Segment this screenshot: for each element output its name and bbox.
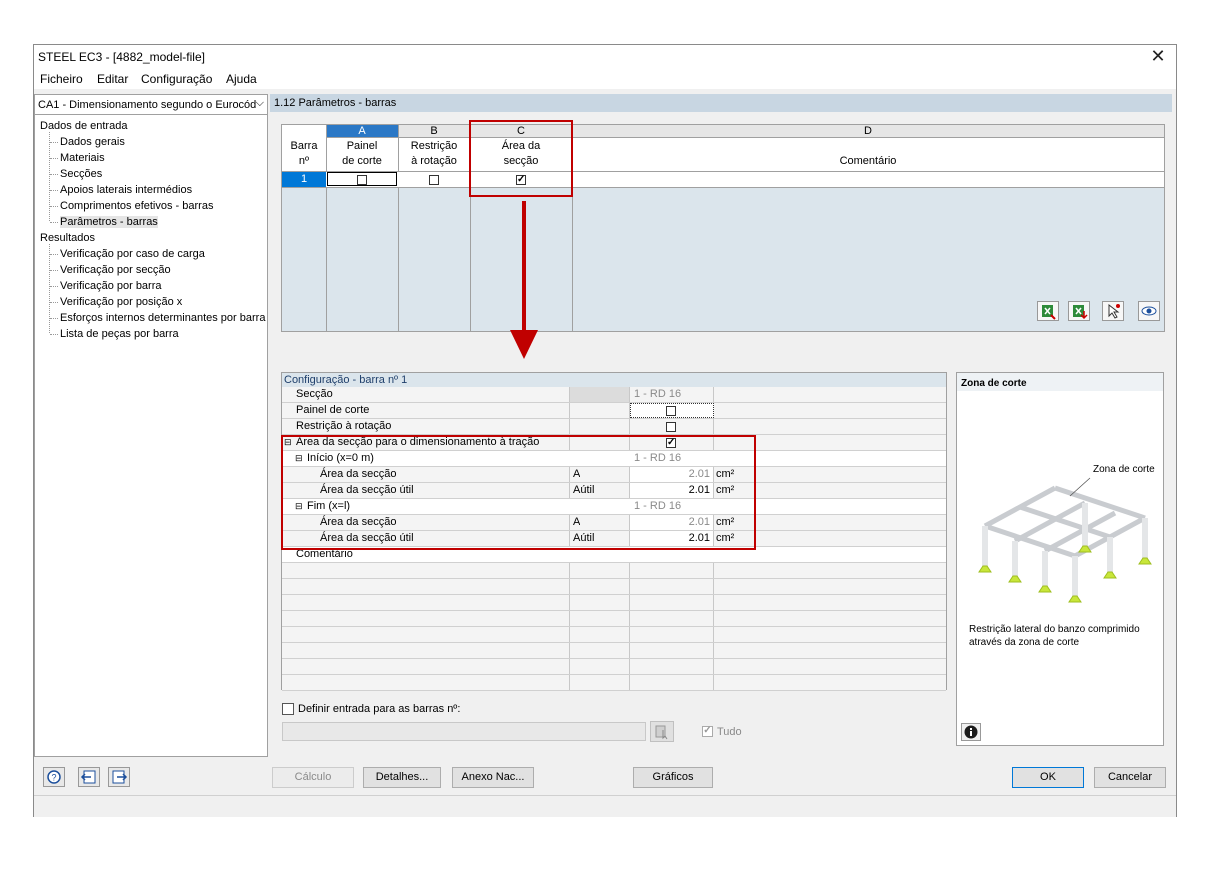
col-letter-d: D (864, 125, 872, 137)
tree-item-verif-caso[interactable]: Verificação por caso de carga (60, 248, 205, 260)
tudo-label: Tudo (717, 726, 742, 738)
info-icon[interactable] (961, 723, 981, 741)
cfg-seccao-label: Secção (296, 388, 333, 400)
tree-item-dados-gerais[interactable]: Dados gerais (60, 136, 125, 148)
case-combo-value: CA1 - Dimensionamento segundo o Eurocód (38, 99, 257, 111)
tree-item-verif-barra[interactable]: Verificação por barra (60, 280, 162, 292)
highlight-column-c (469, 120, 573, 197)
tree-item-verif-seccao[interactable]: Verificação por secção (60, 264, 171, 276)
cfg-painel-checkbox[interactable] (666, 406, 676, 416)
row1-painel-checkbox[interactable] (357, 175, 367, 185)
illustration-panel: Zona de corte Zona de corte Restrição la… (956, 372, 1164, 746)
cfg-row-restricao: Restrição à rotação (282, 419, 946, 435)
import-excel-icon[interactable] (1068, 301, 1090, 321)
header-a-line2: de corte (342, 155, 382, 167)
tree-item-lista-pecas[interactable]: Lista de peças por barra (60, 328, 179, 340)
graficos-button[interactable]: Gráficos (633, 767, 713, 788)
arrow-down-icon (510, 201, 538, 359)
help-icon[interactable]: ? (43, 767, 65, 787)
header-barra: Barra (290, 140, 318, 152)
configuration-title: Configuração - barra nº 1 (284, 374, 408, 386)
section-header: 1.12 Parâmetros - barras (270, 94, 1172, 112)
highlight-area-tracao (281, 435, 756, 550)
cfg-restricao-label: Restrição à rotação (296, 420, 392, 432)
view-eye-icon[interactable] (1138, 301, 1160, 321)
row-number[interactable]: 1 (282, 172, 326, 187)
illustration-caption-2: através da zona de corte (969, 637, 1080, 648)
configuration-header: Configuração - barra nº 1 (282, 373, 946, 387)
frame-illustration (978, 477, 1152, 603)
table-row[interactable] (282, 172, 1164, 188)
cfg-row-painel: Painel de corte (282, 403, 946, 419)
main-content: 1.12 Parâmetros - barras A B C D Barra n… (270, 94, 1172, 757)
status-bar (34, 795, 1176, 817)
export-excel-icon[interactable] (1037, 301, 1059, 321)
tree-item-esforcos[interactable]: Esforços internos determinantes por barr… (60, 312, 265, 324)
cancelar-button[interactable]: Cancelar (1094, 767, 1166, 788)
menu-ficheiro[interactable]: Ficheiro (40, 72, 83, 86)
tree-item-parametros[interactable]: Parâmetros - barras (60, 216, 158, 228)
chevron-down-icon[interactable]: ⌵ (256, 97, 264, 110)
section-title: 1.12 Parâmetros - barras (274, 97, 397, 109)
tudo-checkbox[interactable]: ✓ (702, 726, 713, 737)
pick-bars-icon[interactable] (650, 721, 674, 742)
tree-group-results[interactable]: Resultados (40, 232, 95, 244)
tree-group-input[interactable]: Dados de entrada (40, 120, 127, 132)
header-b-line1: Restrição (410, 140, 458, 152)
cfg-seccao-value: 1 - RD 16 (634, 388, 682, 400)
define-bars-checkbox[interactable] (282, 703, 294, 715)
navigator-panel: CA1 - Dimensionamento segundo o Eurocód … (34, 94, 268, 757)
menu-ajuda[interactable]: Ajuda (226, 72, 257, 86)
header-b-line2: à rotação (411, 155, 457, 167)
illustration-caption-1: Restrição lateral do banzo comprimido (969, 624, 1140, 635)
tree-item-comprimentos[interactable]: Comprimentos efetivos - barras (60, 200, 213, 212)
title-bar: STEEL EC3 - [4882_model-file] ✕ (34, 45, 1176, 67)
tree-item-seccoes[interactable]: Secções (60, 168, 102, 180)
tree-item-verif-posicao[interactable]: Verificação por posição x (60, 296, 182, 308)
header-barra-no: nº (298, 155, 310, 167)
cfg-painel-label: Painel de corte (296, 404, 370, 416)
menu-editar[interactable]: Editar (97, 72, 128, 86)
illustration-title: Zona de corte (961, 378, 1027, 389)
select-pointer-icon[interactable] (1102, 301, 1124, 321)
menu-bar: Ficheiro Editar Configuração Ajuda (34, 67, 1176, 89)
close-icon[interactable]: ✕ (1148, 46, 1168, 67)
svg-text:?: ? (51, 773, 56, 783)
case-combo[interactable]: CA1 - Dimensionamento segundo o Eurocód … (35, 95, 267, 115)
cfg-row-seccao: Secção 1 - RD 16 (282, 387, 946, 403)
header-a-line1: Painel (346, 140, 378, 152)
define-bars-label: Definir entrada para as barras nº: (298, 703, 461, 715)
main-window: STEEL EC3 - [4882_model-file] ✕ Ficheiro… (33, 44, 1177, 817)
tree-item-materiais[interactable]: Materiais (60, 152, 105, 164)
anexo-button[interactable]: Anexo Nac... (452, 767, 534, 788)
previous-table-icon[interactable] (78, 767, 100, 787)
parameters-grid: A B C D Barra nº Painel de corte Restriç… (281, 124, 1165, 332)
row1-restricao-checkbox[interactable] (429, 175, 439, 185)
bars-input[interactable] (282, 722, 646, 741)
tree-item-apoios[interactable]: Apoios laterais intermédios (60, 184, 192, 196)
cfg-restricao-checkbox[interactable] (666, 422, 676, 432)
col-letter-a: A (358, 125, 366, 137)
col-letter-b: B (430, 125, 438, 137)
window-title: STEEL EC3 - [4882_model-file] (38, 50, 205, 64)
bottom-toolbar: ? Cálculo Detalhes... Anexo Nac... Gráfi… (34, 757, 1176, 795)
illustration-callout: Zona de corte (1093, 464, 1155, 475)
header-d: Comentário (839, 155, 897, 167)
ok-button[interactable]: OK (1012, 767, 1084, 788)
calculo-button[interactable]: Cálculo (272, 767, 354, 788)
detalhes-button[interactable]: Detalhes... (363, 767, 441, 788)
menu-configuracao[interactable]: Configuração (141, 72, 212, 86)
next-table-icon[interactable] (108, 767, 130, 787)
